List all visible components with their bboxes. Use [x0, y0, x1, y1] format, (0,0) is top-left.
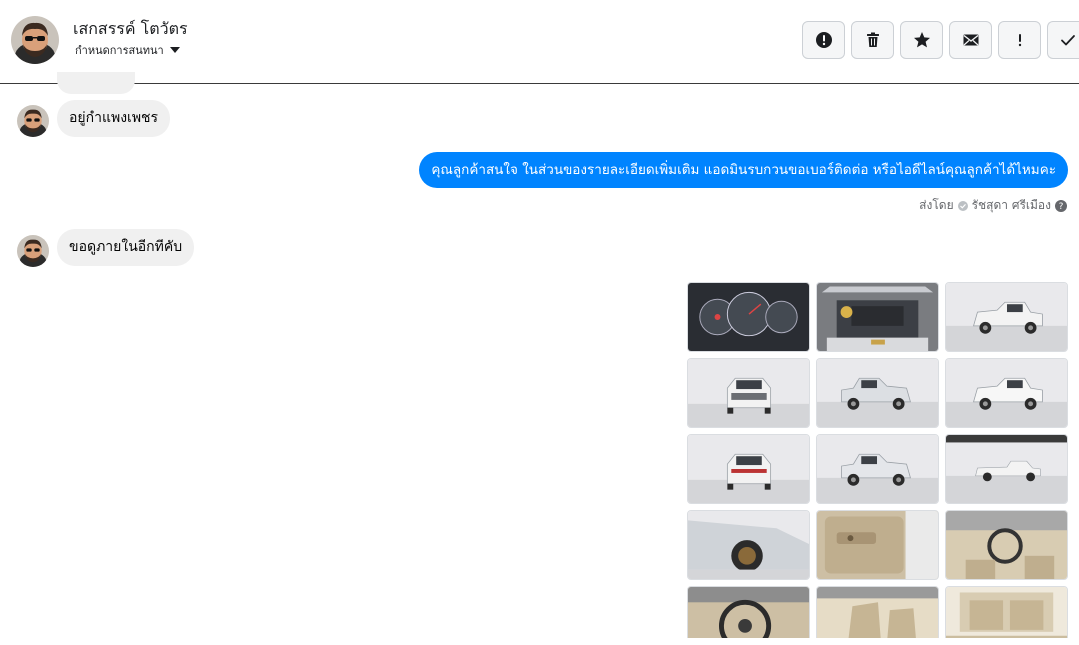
- photo-attachment-grid: [687, 282, 1068, 638]
- photo-image: [688, 283, 809, 351]
- photo-thumbnail-truck-rear-right[interactable]: [945, 358, 1068, 428]
- contact-name: เสกสรรค์ โตวัตร: [73, 19, 188, 38]
- trash-icon: [866, 32, 879, 47]
- photo-image: [946, 587, 1067, 638]
- photo-thumbnail-truck-front[interactable]: [687, 358, 810, 428]
- photo-thumbnail-truck-rear-left[interactable]: [816, 434, 939, 504]
- spam-button[interactable]: [802, 21, 845, 59]
- contact-avatar-small[interactable]: [17, 105, 49, 137]
- photo-thumbnail-interior-dash[interactable]: [945, 510, 1068, 580]
- conversation-settings-label: กำหนดการสนทนา: [75, 44, 164, 57]
- photo-thumbnail-door-panel[interactable]: [816, 510, 939, 580]
- message-bubble-incoming[interactable]: อยู่กำแพงเพชร: [57, 100, 171, 137]
- photo-image: [946, 359, 1067, 427]
- photo-thumbnail-engine[interactable]: [816, 282, 939, 352]
- contact-avatar-small[interactable]: [17, 235, 49, 267]
- photo-image: [817, 587, 938, 638]
- photo-image: [817, 359, 938, 427]
- photo-image: [688, 511, 809, 579]
- done-button[interactable]: [1047, 21, 1079, 59]
- seen-check-icon: [957, 200, 968, 211]
- photo-image: [946, 283, 1067, 351]
- message-bubble-partial: [57, 72, 135, 94]
- conversation-settings-dropdown[interactable]: กำหนดการสนทนา: [75, 41, 180, 59]
- sent-by-name[interactable]: รัชสุดา ศรีเมือง: [972, 196, 1051, 215]
- photo-thumbnail-truck-front-left[interactable]: [816, 358, 939, 428]
- photo-image: [688, 359, 809, 427]
- alert-circle-icon: [815, 32, 832, 48]
- photo-image: [688, 435, 809, 503]
- message-bubble-outgoing[interactable]: คุณลูกค้าสนใจ ในส่วนของรายละเอียดเพิ่มเต…: [419, 152, 1068, 188]
- caret-down-icon: [169, 47, 180, 53]
- star-icon: [913, 32, 930, 48]
- photo-image: [817, 435, 938, 503]
- message-bubble-incoming[interactable]: ขอดูภายในอีกทีคับ: [57, 229, 195, 266]
- conversation-toolbar: [802, 21, 1079, 59]
- photo-image: [817, 283, 938, 351]
- photo-image: [946, 511, 1067, 579]
- contact-avatar[interactable]: [11, 16, 59, 64]
- photo-thumbnail-truck-front-right[interactable]: [945, 282, 1068, 352]
- exclamation-icon: [1018, 34, 1021, 47]
- star-button[interactable]: [900, 21, 943, 59]
- photo-thumbnail-truck-rear[interactable]: [687, 434, 810, 504]
- photo-image: [817, 511, 938, 579]
- photo-thumbnail-cabin[interactable]: [945, 586, 1068, 638]
- svg-text:?: ?: [1059, 202, 1064, 212]
- photo-thumbnail-seats[interactable]: [816, 586, 939, 638]
- photo-thumbnail-truck-wheel[interactable]: [687, 510, 810, 580]
- photo-thumbnail-truck-side[interactable]: [945, 434, 1068, 504]
- photo-image: [688, 587, 809, 638]
- photo-thumbnail-steering-wheel[interactable]: [687, 586, 810, 638]
- delete-button[interactable]: [851, 21, 894, 59]
- help-icon[interactable]: ?: [1055, 199, 1067, 212]
- photo-thumbnail-dashboard[interactable]: [687, 282, 810, 352]
- photo-image: [946, 435, 1067, 503]
- envelope-icon: [963, 34, 978, 46]
- mark-unread-button[interactable]: [949, 21, 992, 59]
- conversation-header: เสกสรรค์ โตวัตร กำหนดการสนทนา: [0, 0, 1079, 84]
- sent-by-info: ส่งโดย รัชสุดา ศรีเมือง ?: [919, 196, 1067, 215]
- sent-by-label: ส่งโดย: [919, 198, 954, 212]
- follow-up-button[interactable]: [998, 21, 1041, 59]
- check-icon: [1060, 35, 1075, 46]
